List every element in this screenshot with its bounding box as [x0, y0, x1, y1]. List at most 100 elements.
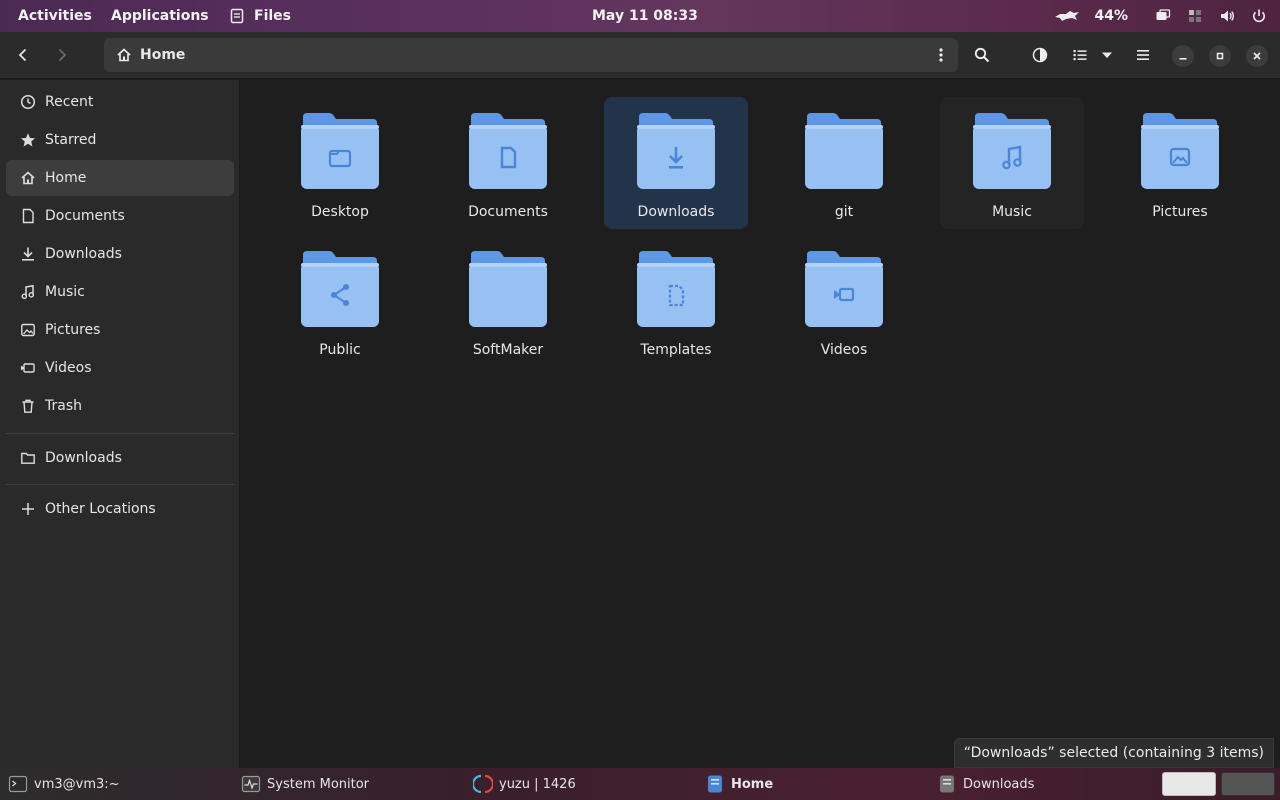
file-grid[interactable]: Desktop Documents Downloads git Music Picture…: [241, 80, 1280, 768]
sidebar-item-music[interactable]: Music: [6, 274, 234, 310]
trash-icon: [20, 398, 36, 414]
sidebar: Recent Starred Home Documents Downloads …: [0, 80, 240, 768]
close-icon: [1253, 52, 1261, 60]
contrast-icon: [1032, 47, 1048, 63]
folder-icon: [637, 113, 715, 189]
folder-label: Templates: [640, 342, 712, 358]
folder-icon: [637, 251, 715, 327]
folder-icon: [301, 113, 379, 189]
sidebar-item-documents[interactable]: Documents: [6, 198, 234, 234]
taskbar-item-label: Downloads: [963, 776, 1035, 792]
folder-icon: [973, 113, 1051, 189]
folder-label: git: [834, 204, 854, 220]
taskbar: vm3@vm3:~ System Monitor yuzu | 1426 Hom…: [0, 768, 1280, 800]
applications-menu[interactable]: Applications: [111, 0, 209, 32]
document-icon: [20, 208, 36, 224]
taskbar-item-home[interactable]: Home: [705, 768, 773, 800]
main-menu-button[interactable]: [1126, 38, 1160, 72]
taskbar-item-yuzu[interactable]: yuzu | 1426: [473, 768, 576, 800]
clock-icon: [20, 94, 36, 110]
folder-label: Pictures: [1152, 204, 1208, 220]
picture-icon: [20, 322, 36, 338]
system-monitor-icon: [241, 774, 261, 794]
sidebar-item-other-locations[interactable]: Other Locations: [6, 491, 234, 527]
view-options-button[interactable]: [1091, 38, 1123, 72]
workspace-1[interactable]: [1162, 772, 1216, 796]
folder-label: Music: [992, 204, 1032, 220]
folder-icon: [805, 251, 883, 327]
folder-label: Videos: [820, 342, 868, 358]
hamburger-icon: [1137, 50, 1149, 60]
close-button[interactable]: [1246, 45, 1268, 67]
status-overlay: “Downloads” selected (containing 3 items…: [953, 738, 1274, 768]
keyboard-layout-icon[interactable]: [1186, 7, 1204, 25]
forward-button[interactable]: [45, 38, 79, 72]
folder-item-desktop[interactable]: Desktop: [268, 97, 412, 229]
vertical-dots-icon: [939, 48, 943, 62]
sidebar-item-label: Documents: [45, 208, 125, 224]
folder-label: Downloads: [637, 204, 715, 220]
workspace-2[interactable]: [1221, 772, 1275, 796]
minimize-button[interactable]: [1172, 45, 1194, 67]
location-menu-button[interactable]: [930, 38, 952, 72]
location-label[interactable]: Home: [140, 47, 185, 63]
taskbar-item-terminal[interactable]: vm3@vm3:~: [8, 768, 120, 800]
terminal-icon: [8, 774, 28, 794]
sidebar-item-recent[interactable]: Recent: [6, 84, 234, 120]
list-view-icon: [1073, 50, 1087, 61]
files-app-icon: [228, 7, 246, 25]
sidebar-item-downloads[interactable]: Downloads: [6, 236, 234, 272]
clock[interactable]: May 11 08:33: [592, 0, 698, 32]
folder-item-documents[interactable]: Documents: [436, 97, 580, 229]
screen-share-icon[interactable]: [1154, 7, 1172, 25]
download-icon: [20, 246, 36, 262]
video-icon: [20, 360, 36, 376]
sidebar-bookmark-downloads[interactable]: Downloads: [6, 440, 234, 476]
app-menu-label: Files: [254, 8, 291, 24]
sidebar-item-trash[interactable]: Trash: [6, 388, 234, 424]
folder-item-music[interactable]: Music: [940, 97, 1084, 229]
power-icon[interactable]: [1250, 7, 1268, 25]
activities-button[interactable]: Activities: [18, 0, 92, 32]
sidebar-item-videos[interactable]: Videos: [6, 350, 234, 386]
folder-item-public[interactable]: Public: [268, 235, 412, 367]
sidebar-item-label: Music: [45, 284, 85, 300]
folder-icon: [301, 251, 379, 327]
taskbar-item-system-monitor[interactable]: System Monitor: [241, 768, 369, 800]
sidebar-item-label: Trash: [45, 398, 82, 414]
dropdown-arrow-icon: [1102, 52, 1112, 58]
battery-animal-icon: [1054, 7, 1080, 25]
folder-label: Public: [319, 342, 361, 358]
system-tray[interactable]: 44%: [1054, 0, 1268, 32]
search-button[interactable]: [965, 38, 999, 72]
folder-item-pictures[interactable]: Pictures: [1108, 97, 1252, 229]
maximize-button[interactable]: [1209, 45, 1231, 67]
theme-toggle-button[interactable]: [1023, 38, 1057, 72]
top-panel: Activities Applications Files May 11 08:…: [0, 0, 1280, 32]
sidebar-item-pictures[interactable]: Pictures: [6, 312, 234, 348]
folder-item-softmaker[interactable]: SoftMaker: [436, 235, 580, 367]
sidebar-item-label: Pictures: [45, 322, 101, 338]
plus-icon: [20, 501, 36, 517]
chevron-left-icon: [18, 48, 27, 62]
taskbar-item-downloads[interactable]: Downloads: [937, 768, 1034, 800]
folder-item-videos[interactable]: Videos: [772, 235, 916, 367]
star-icon: [20, 132, 36, 148]
sidebar-item-home[interactable]: Home: [6, 160, 234, 196]
taskbar-item-label: vm3@vm3:~: [34, 776, 120, 792]
search-icon: [974, 47, 990, 63]
home-icon: [116, 47, 132, 63]
location-bar[interactable]: Home: [104, 38, 958, 72]
music-icon: [20, 284, 36, 300]
sidebar-item-label: Downloads: [45, 450, 122, 466]
back-button[interactable]: [6, 38, 40, 72]
sidebar-item-starred[interactable]: Starred: [6, 122, 234, 158]
folder-item-templates[interactable]: Templates: [604, 235, 748, 367]
folder-item-git[interactable]: git: [772, 97, 916, 229]
chevron-right-icon: [58, 48, 67, 62]
app-menu-files[interactable]: Files: [228, 0, 291, 32]
taskbar-item-label: Home: [731, 776, 774, 792]
volume-icon[interactable]: [1218, 7, 1236, 25]
folder-item-downloads[interactable]: Downloads: [604, 97, 748, 229]
sidebar-separator: [6, 433, 234, 434]
